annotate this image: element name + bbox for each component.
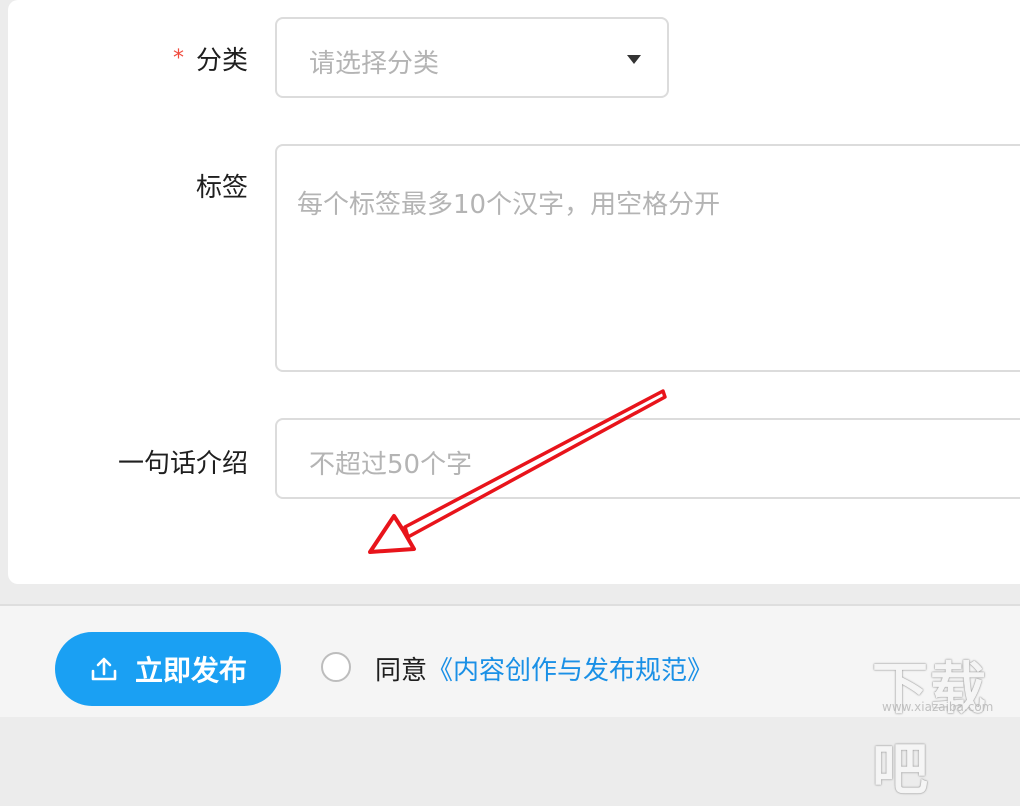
category-label: * 分类 xyxy=(172,46,248,76)
watermark-logo: 下载吧 xyxy=(872,657,988,803)
agree-radio[interactable] xyxy=(321,652,351,682)
agree-text: 同意《内容创作与发布规范》 xyxy=(375,656,714,686)
publish-button[interactable]: 立即发布 xyxy=(55,632,281,706)
tags-label: 标签 xyxy=(195,173,248,203)
upload-icon xyxy=(91,657,117,681)
watermark-url: www.xiazaiba.com xyxy=(882,700,994,714)
chevron-down-icon xyxy=(627,55,641,64)
intro-label: 一句话介绍 xyxy=(117,449,248,479)
footer-bar: 立即发布 同意《内容创作与发布规范》 xyxy=(0,604,1020,717)
intro-placeholder: 不超过50个字 xyxy=(309,450,473,480)
intro-input[interactable]: 不超过50个字 xyxy=(275,418,1020,499)
terms-link[interactable]: 《内容创作与发布规范》 xyxy=(427,656,713,686)
publish-label: 立即发布 xyxy=(134,654,247,687)
required-mark: * xyxy=(172,46,184,71)
tags-placeholder: 每个标签最多10个汉字，用空格分开 xyxy=(297,190,721,220)
category-select[interactable]: 请选择分类 xyxy=(275,17,669,98)
category-placeholder: 请选择分类 xyxy=(309,49,440,79)
tags-textarea[interactable]: 每个标签最多10个汉字，用空格分开 xyxy=(275,144,1020,372)
